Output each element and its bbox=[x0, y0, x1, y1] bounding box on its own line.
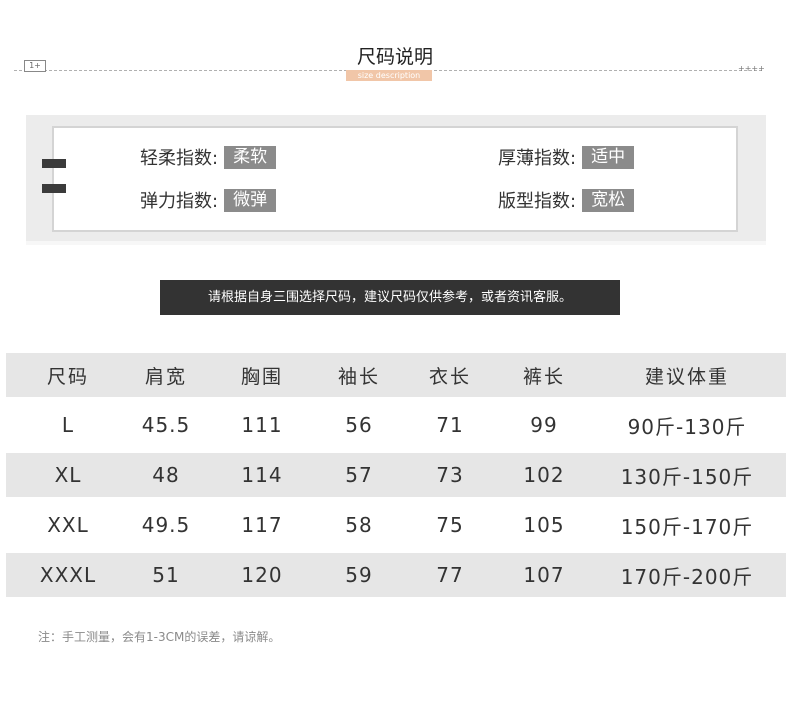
table-header-cell: 尺码 bbox=[46, 365, 89, 388]
table-cell: 170斤-200斤 bbox=[620, 564, 754, 589]
index-tag: 微弹 bbox=[224, 188, 277, 212]
measurement-footnote: 注：手工测量，会有1-3CM的误差，请谅解。 bbox=[38, 630, 281, 644]
index-panel bbox=[52, 126, 738, 232]
table-cell: 59 bbox=[345, 563, 373, 587]
table-row: XXXL 51 120 59 77 107 170斤-200斤 bbox=[6, 553, 786, 597]
table-header-cell: 胸围 bbox=[240, 365, 283, 388]
index-label: 弹力指数: bbox=[140, 191, 219, 212]
table-cell: 111 bbox=[241, 413, 283, 437]
panel-notch-top bbox=[42, 159, 66, 168]
table-cell: 130斤-150斤 bbox=[620, 464, 754, 489]
table-cell: XXXL bbox=[39, 563, 97, 587]
table-cell: 114 bbox=[241, 463, 283, 487]
index-label: 版型指数: bbox=[498, 191, 577, 212]
table-cell: 51 bbox=[152, 563, 180, 587]
index-elasticity: 弹力指数: 微弹 bbox=[140, 187, 277, 213]
table-cell: 48 bbox=[152, 463, 180, 487]
table-cell: L bbox=[61, 413, 75, 437]
table-cell: 57 bbox=[345, 463, 373, 487]
size-notice-banner: 请根据自身三围选择尺码，建议尺码仅供参考，或者资讯客服。 bbox=[160, 280, 620, 315]
index-panel-bottom-edge bbox=[26, 241, 766, 245]
table-cell: 117 bbox=[241, 513, 283, 537]
table-cell: 99 bbox=[530, 413, 558, 437]
table-cell: XXL bbox=[47, 513, 89, 537]
table-header-cell: 建议体重 bbox=[644, 365, 729, 388]
table-cell: 105 bbox=[523, 513, 565, 537]
table-cell: XL bbox=[54, 463, 82, 487]
table-header-cell: 袖长 bbox=[337, 365, 380, 388]
index-tag: 宽松 bbox=[582, 188, 635, 212]
header-plus-marks: ++++ bbox=[738, 64, 765, 73]
table-row: XL 48 114 57 73 102 130斤-150斤 bbox=[6, 453, 786, 497]
table-row: L 45.5 111 56 71 99 90斤-130斤 bbox=[6, 403, 786, 447]
table-cell: 77 bbox=[436, 563, 464, 587]
index-tag: 适中 bbox=[582, 145, 635, 169]
table-cell: 102 bbox=[523, 463, 565, 487]
index-fit: 版型指数: 宽松 bbox=[498, 187, 635, 213]
table-cell: 150斤-170斤 bbox=[620, 514, 754, 539]
table-cell: 56 bbox=[345, 413, 373, 437]
table-cell: 90斤-130斤 bbox=[627, 414, 747, 439]
table-header-row: 尺码 肩宽 胸围 袖长 衣长 裤长 建议体重 bbox=[6, 353, 786, 397]
table-header-cell: 裤长 bbox=[522, 365, 565, 388]
index-tag: 柔软 bbox=[224, 145, 277, 169]
table-header-cell: 衣长 bbox=[428, 365, 471, 388]
index-label: 厚薄指数: bbox=[498, 148, 577, 169]
page-title: 尺码说明 bbox=[356, 46, 433, 68]
index-softness: 轻柔指数: 柔软 bbox=[140, 144, 277, 170]
table-cell: 71 bbox=[436, 413, 464, 437]
table-row: XXL 49.5 117 58 75 105 150斤-170斤 bbox=[6, 503, 786, 547]
table-cell: 58 bbox=[345, 513, 373, 537]
table-cell: 45.5 bbox=[141, 413, 191, 437]
table-cell: 107 bbox=[523, 563, 565, 587]
table-cell: 73 bbox=[436, 463, 464, 487]
index-thickness: 厚薄指数: 适中 bbox=[498, 144, 635, 170]
table-header-cell: 肩宽 bbox=[144, 365, 187, 388]
index-label: 轻柔指数: bbox=[140, 148, 219, 169]
page-subtitle: size description bbox=[346, 70, 432, 81]
table-cell: 120 bbox=[241, 563, 283, 587]
table-cell: 49.5 bbox=[141, 513, 191, 537]
table-cell: 75 bbox=[436, 513, 464, 537]
panel-notch-bottom bbox=[42, 184, 66, 193]
